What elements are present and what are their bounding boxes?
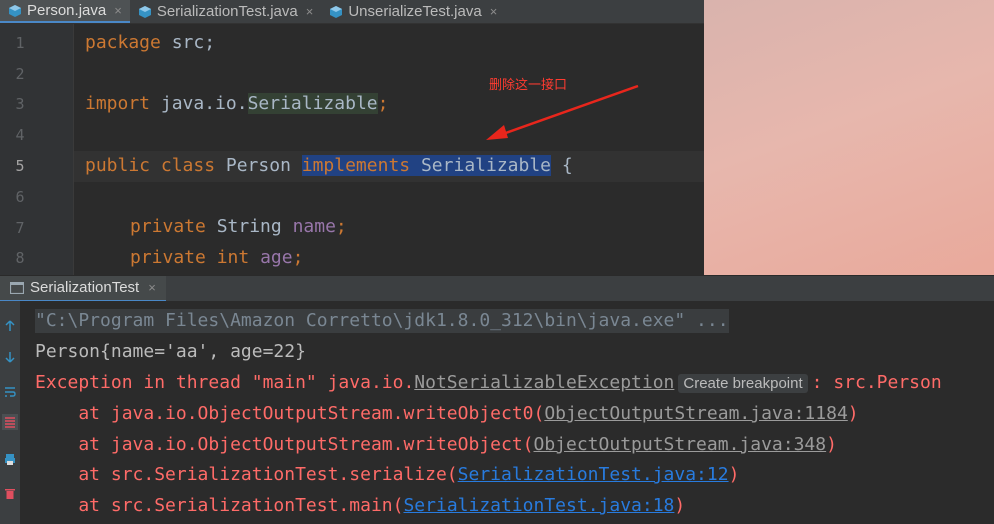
run-tab-label: SerializationTest (30, 279, 140, 296)
code-line-name-field[interactable]: private String name; (130, 216, 347, 238)
keyword: import (85, 93, 151, 114)
code-text: src; (160, 32, 216, 53)
java-class-icon (9, 4, 21, 17)
selected-space (410, 155, 421, 176)
code-text: { (551, 155, 573, 176)
console-output[interactable]: "C:\Program Files\Amazon Corretto\jdk1.8… (20, 301, 994, 524)
exception-prefix: Exception in thread "main" java.io. (35, 372, 415, 393)
code-line-age-field[interactable]: private int age; (130, 247, 303, 269)
trace-text: at src.SerializationTest.serialize( (35, 464, 458, 485)
trace-text: at src.SerializationTest.main( (35, 495, 404, 516)
field-name: name (292, 216, 336, 237)
close-icon[interactable]: × (148, 280, 156, 295)
code-line-import[interactable]: import java.io.Serializable; (85, 93, 388, 115)
code-line-package[interactable]: package src; (85, 32, 215, 54)
keyword: int (216, 247, 250, 268)
stack-trace-line: at src.SerializationTest.serialize(Seria… (35, 463, 739, 487)
class-name: Person (215, 155, 302, 176)
print-icon[interactable] (2, 451, 18, 467)
code-text: java.io. (150, 93, 248, 114)
keyword: private (130, 216, 206, 237)
selected-keyword: implements (301, 155, 411, 176)
console-icon (10, 281, 24, 294)
line-number: 8 (15, 249, 25, 267)
close-icon[interactable]: × (306, 4, 314, 19)
run-toolbar (0, 301, 20, 524)
line-number: 4 (15, 126, 25, 144)
trace-text: ) (847, 403, 859, 424)
trace-text: ) (728, 464, 740, 485)
trace-text: ) (826, 434, 837, 455)
selected-interface: Serializable (420, 155, 552, 176)
stack-trace-line: at src.SerializationTest.main(Serializat… (35, 494, 685, 518)
tab-run-serializationtest[interactable]: SerializationTest × (0, 275, 166, 302)
console-exception-line: Exception in thread "main" java.io.NotSe… (35, 371, 942, 396)
tab-label: UnserializeTest.java (348, 3, 482, 20)
line-number: 7 (15, 219, 25, 237)
type-name: String (205, 216, 293, 237)
down-arrow-icon[interactable] (2, 349, 18, 365)
tab-label: SerializationTest.java (156, 3, 298, 20)
java-class-icon (138, 5, 151, 18)
keyword: package (85, 32, 161, 53)
trace-link[interactable]: SerializationTest.java:12 (458, 464, 729, 485)
stack-trace-line: at java.io.ObjectOutputStream.writeObjec… (35, 433, 837, 457)
line-number: 5 (15, 157, 25, 175)
trash-icon[interactable] (2, 485, 18, 501)
import-highlight: Serializable (247, 93, 378, 114)
trace-link[interactable]: ObjectOutputStream.java:348 (534, 434, 827, 455)
java-class-icon (330, 5, 343, 18)
trace-text: at java.io.ObjectOutputStream.writeObjec… (35, 403, 545, 424)
line-number: 1 (15, 34, 25, 52)
tab-serializationtest-java[interactable]: SerializationTest.java × (130, 0, 322, 23)
line-number: 6 (15, 188, 25, 206)
console-output-line: Person{name='aa', age=22} (35, 341, 306, 362)
keyword: private (130, 247, 206, 268)
line-number-gutter: 1 2 3 4 5 6 7 8 (0, 24, 74, 275)
create-breakpoint-button[interactable]: Create breakpoint (678, 374, 808, 393)
semicolon: ; (292, 247, 304, 268)
field-name: age (260, 247, 293, 268)
run-tool-window-header: SerializationTest × (0, 275, 994, 302)
code-editor[interactable]: 1 2 3 4 5 6 7 8 package src; import java… (0, 24, 704, 275)
stack-trace-line: at java.io.ObjectOutputStream.writeObjec… (35, 402, 859, 426)
soft-wrap-icon[interactable] (2, 384, 18, 400)
close-icon[interactable]: × (490, 4, 498, 19)
exception-class-link[interactable]: NotSerializableException (414, 372, 674, 393)
tab-label: Person.java (27, 2, 107, 19)
line-number: 2 (15, 65, 25, 83)
editor-tab-bar: Person.java × SerializationTest.java × U… (0, 0, 704, 24)
semicolon: ; (377, 93, 389, 114)
keyword: public class (85, 155, 216, 176)
tab-person-java[interactable]: Person.java × (0, 0, 130, 23)
exception-suffix: : src.Person (811, 372, 942, 393)
tab-unserializetest-java[interactable]: UnserializeTest.java × (321, 0, 505, 23)
trace-text: at java.io.ObjectOutputStream.writeObjec… (35, 434, 534, 455)
semicolon: ; (335, 216, 347, 237)
code-line-class-declaration[interactable]: public class Person implements Serializa… (85, 155, 573, 177)
scroll-to-end-icon[interactable] (2, 414, 18, 430)
desktop-background (704, 0, 994, 275)
trace-text: ) (674, 495, 686, 516)
trace-link[interactable]: ObjectOutputStream.java:1184 (544, 403, 847, 424)
console-command-line: "C:\Program Files\Amazon Corretto\jdk1.8… (35, 309, 729, 333)
line-number: 3 (15, 95, 25, 113)
trace-link[interactable]: SerializationTest.java:18 (403, 495, 674, 516)
close-icon[interactable]: × (114, 3, 122, 18)
red-arrow-icon (486, 84, 639, 140)
up-arrow-icon[interactable] (2, 318, 18, 334)
